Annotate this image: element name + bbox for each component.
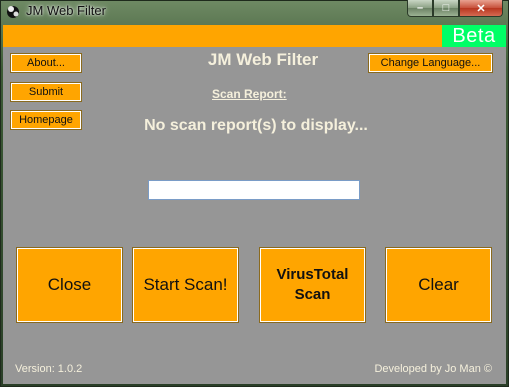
client-area: Beta About... Submit Homepage Change Lan… <box>3 25 506 384</box>
maximize-button[interactable]: □ <box>433 0 459 17</box>
scan-report-label: Scan Report: <box>212 87 287 101</box>
developer-credit: Developed by Jo Man © <box>374 363 492 375</box>
top-accent-bar: Beta <box>3 25 506 47</box>
virustotal-label-line2: Scan <box>294 286 331 303</box>
submit-button[interactable]: Submit <box>10 82 82 102</box>
empty-report-message: No scan report(s) to display... <box>144 117 368 134</box>
close-window-button[interactable]: ✕ <box>459 0 503 17</box>
beta-badge: Beta <box>442 25 506 47</box>
close-button[interactable]: Close <box>16 247 123 323</box>
window-title: JM Web Filter <box>26 3 106 18</box>
window-frame: JM Web Filter – □ ✕ Beta About... Submit… <box>0 0 509 387</box>
title-bar[interactable]: JM Web Filter – □ ✕ <box>0 0 509 22</box>
app-title: JM Web Filter <box>207 50 319 69</box>
virustotal-scan-button[interactable]: VirusTotal Scan <box>259 247 366 323</box>
app-icon <box>7 6 19 18</box>
clear-button[interactable]: Clear <box>385 247 492 323</box>
minimize-button[interactable]: – <box>407 0 433 17</box>
version-label: Version: 1.0.2 <box>15 363 83 375</box>
window-controls: – □ ✕ <box>407 0 503 18</box>
start-scan-button[interactable]: Start Scan! <box>132 247 239 323</box>
virustotal-label-line1: VirusTotal <box>276 266 349 283</box>
url-input[interactable] <box>148 180 360 200</box>
